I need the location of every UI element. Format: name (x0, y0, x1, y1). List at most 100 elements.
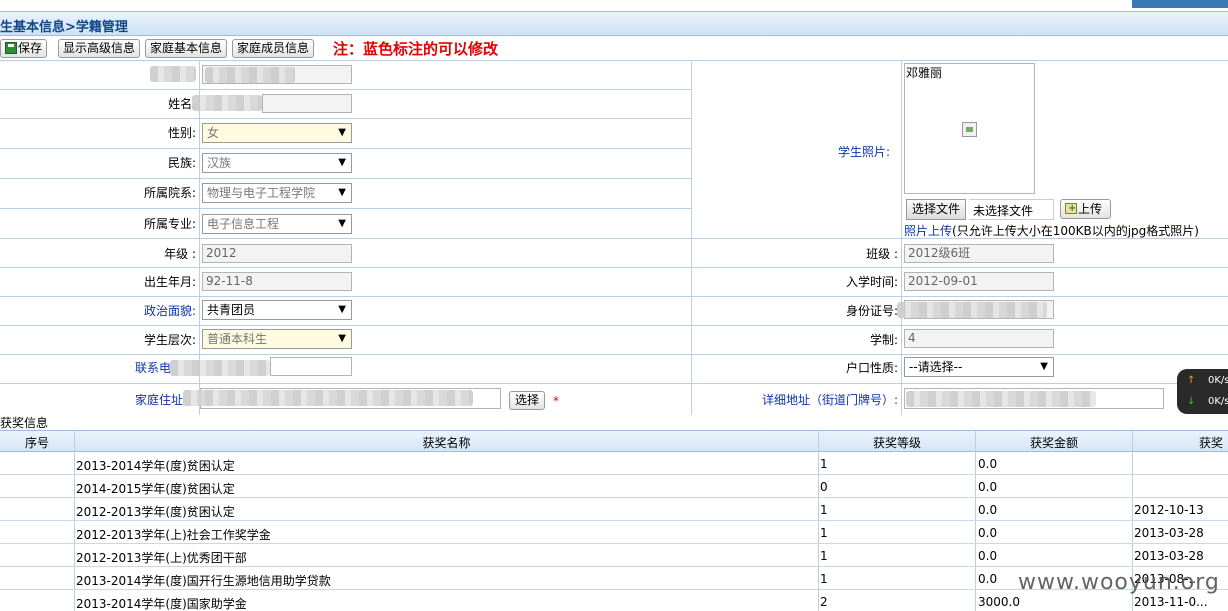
major-select[interactable]: 电子信息工程 ▼ (202, 214, 352, 234)
form-row (0, 296, 1228, 297)
household-select[interactable]: --请选择-- ▼ (904, 357, 1054, 377)
ethnicity-value: 汉族 (207, 156, 232, 170)
column-header: 获奖 (1198, 436, 1223, 450)
grade-field: 2012 (202, 244, 352, 263)
upload-speed: 0K/s (1208, 375, 1228, 386)
college-label: 所属院系: (143, 186, 196, 200)
address-label: 家庭住址 (134, 393, 183, 407)
top-strip (0, 0, 1228, 12)
upload-button[interactable]: 上传 (1060, 199, 1112, 219)
award-level: 1 (820, 526, 828, 540)
photo-caption: 邓雅丽 (906, 66, 943, 80)
gender-select[interactable]: 女 ▼ (202, 123, 352, 143)
redacted-value (906, 391, 1096, 407)
major-value: 电子信息工程 (207, 217, 280, 231)
form-row (0, 60, 1228, 61)
upload-link[interactable]: 照片上传 (904, 224, 952, 238)
id-number-label: 身份证号: (845, 304, 898, 318)
household-value: --请选择-- (909, 360, 963, 374)
file-status: 未选择文件 (973, 204, 1034, 218)
political-label: 政治面貌: (143, 304, 196, 318)
chevron-down-icon: ▼ (338, 333, 346, 344)
major-label: 所属专业: (143, 217, 196, 231)
award-name: 2013-2014学年(度)国开行生源地信用助学贷款 (76, 574, 331, 588)
toolbar: 保存 显示高级信息 家庭基本信息 家庭成员信息 注：蓝色标注的可以修改 (0, 37, 1228, 60)
form-row (0, 267, 1228, 268)
college-value: 物理与电子工程学院 (207, 186, 316, 200)
political-select[interactable]: 共青团员 ▼ (202, 300, 352, 320)
edit-note: 注：蓝色标注的可以修改 (333, 40, 499, 58)
save-button[interactable]: 保存 (0, 39, 48, 58)
redacted-value (205, 67, 295, 83)
award-level: 1 (820, 572, 828, 586)
college-select[interactable]: 物理与电子工程学院 ▼ (202, 183, 352, 203)
chevron-down-icon: ▼ (338, 218, 346, 229)
column-header: 获奖金额 (1029, 436, 1078, 450)
award-name: 2012-2013学年(上)社会工作奖学金 (76, 528, 271, 542)
form-row (0, 118, 692, 119)
award-amount: 0.0 (978, 572, 998, 586)
phone-label: 联系电 (134, 361, 171, 375)
chevron-down-icon: ▼ (1040, 361, 1048, 372)
column-header: 获奖名称 (422, 436, 471, 450)
save-icon (5, 42, 17, 54)
gender-label: 性别: (167, 126, 196, 140)
choose-file-button[interactable]: 选择文件 (906, 199, 967, 220)
duration-label: 学制: (869, 333, 898, 347)
enroll-label: 入学时间: (845, 275, 898, 289)
form-row (0, 178, 692, 179)
show-advanced-button[interactable]: 显示高级信息 (58, 39, 141, 58)
class-field: 2012级6班 (904, 244, 1054, 263)
award-date: 2012-10-13 (1134, 503, 1204, 517)
name-field (262, 94, 352, 113)
upload-label: 上传 (1078, 202, 1103, 216)
ethnicity-select[interactable]: 汉族 ▼ (202, 153, 352, 173)
level-select[interactable]: 普通本科生 ▼ (202, 329, 352, 349)
awards-section-title: 获奖信息 (0, 416, 49, 430)
award-amount: 0.0 (978, 480, 998, 494)
student-photo: 邓雅丽 (904, 63, 1035, 194)
download-speed: 0K/s (1208, 396, 1228, 407)
level-value: 普通本科生 (207, 332, 268, 346)
award-level: 1 (820, 457, 828, 471)
required-mark: * (553, 394, 559, 408)
name-label: 姓名. (168, 97, 196, 111)
form-row (0, 383, 1228, 384)
award-amount: 0.0 (978, 549, 998, 563)
download-arrow-icon: ↓ (1187, 396, 1196, 407)
family-basic-button[interactable]: 家庭基本信息 (145, 39, 228, 58)
award-name: 2014-2015学年(度)贫困认定 (76, 482, 235, 496)
redacted-value (183, 390, 473, 406)
award-date: 2013-11-0... (1134, 595, 1208, 609)
phone-input[interactable] (270, 357, 352, 376)
political-value: 共青团员 (207, 303, 256, 317)
chevron-down-icon: ▼ (338, 304, 346, 315)
gender-value: 女 (207, 126, 220, 140)
household-label: 户口性质: (845, 361, 898, 375)
detail-address-label: 详细地址（街道门牌号）: (761, 393, 898, 407)
page-title: 生基本信息>学籍管理 (0, 20, 128, 35)
enroll-field: 2012-09-01 (904, 272, 1054, 291)
watermark: www.wooyun.org (1018, 570, 1220, 595)
family-members-button[interactable]: 家庭成员信息 (232, 39, 315, 58)
chevron-down-icon: ▼ (338, 187, 346, 198)
upload-icon (1065, 200, 1077, 218)
column-header: 序号 (24, 436, 49, 450)
upload-arrow-icon: ↑ (1187, 375, 1196, 386)
ethnicity-label: 民族: (167, 156, 196, 170)
birth-field: 92-11-8 (202, 272, 352, 291)
grade-label: 年级 : (164, 247, 196, 261)
award-level: 2 (820, 595, 828, 609)
column-header: 获奖等级 (872, 436, 921, 450)
duration-field: 4 (904, 329, 1054, 348)
award-name: 2012-2013学年(上)优秀团干部 (76, 551, 247, 565)
form-row (0, 148, 692, 149)
birth-label: 出生年月: (143, 275, 196, 289)
table-row: 2013-2014学年(度)贫困认定 1 0.0 (0, 452, 1228, 475)
redacted-value (897, 302, 1047, 318)
chevron-down-icon: ▼ (338, 127, 346, 138)
address-pick-button[interactable]: 选择 (509, 391, 546, 410)
form-row (0, 89, 692, 90)
award-amount: 0.0 (978, 526, 998, 540)
award-level: 0 (820, 480, 828, 494)
